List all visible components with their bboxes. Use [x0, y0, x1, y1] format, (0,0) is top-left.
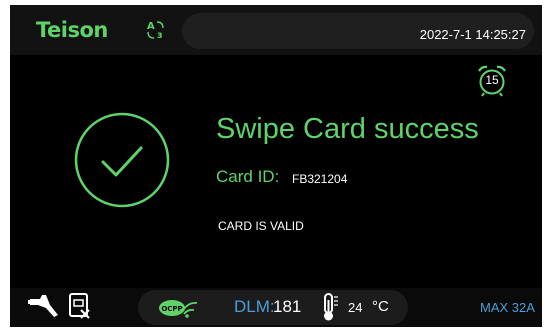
card-id-label: Card ID:: [216, 167, 280, 186]
thermometer-icon: [324, 293, 338, 321]
svg-text:A: A: [147, 21, 155, 32]
temperature-unit: °C: [372, 298, 389, 315]
charger-screen: Teison A ɜ 2022-7-1 14:25:27 15 Swipe Ca…: [10, 5, 542, 327]
countdown-timer: 15: [477, 64, 507, 97]
page-title: Swipe Card success: [216, 113, 479, 145]
checkmark-circle-icon: [73, 111, 171, 209]
max-current: MAX 32A: [480, 300, 535, 315]
status-pill: 2022-7-1 14:25:27: [182, 13, 534, 49]
brand-logo: Teison: [36, 18, 108, 42]
dlm-label: DLM:: [234, 297, 275, 316]
svg-text:OCPP: OCPP: [161, 305, 182, 313]
card-status: CARD IS VALID: [218, 219, 304, 233]
dlm-value: 181: [273, 297, 302, 316]
language-icon[interactable]: A ɜ: [145, 19, 171, 41]
timer-count: 15: [485, 73, 499, 87]
temperature-value: 24: [348, 300, 363, 315]
bottom-bar: OCPP DLM: 181 24 °C MAX 32A: [10, 288, 542, 327]
ocpp-wifi-icon: OCPP: [159, 300, 198, 318]
plug-icon: [28, 295, 58, 317]
svg-text:ɜ: ɜ: [157, 30, 162, 41]
datetime: 2022-7-1 14:25:27: [419, 27, 526, 42]
card-slot-icon: [69, 293, 90, 319]
top-bar: Teison A ɜ 2022-7-1 14:25:27: [10, 5, 542, 55]
card-id-value: FB321204: [292, 172, 348, 186]
